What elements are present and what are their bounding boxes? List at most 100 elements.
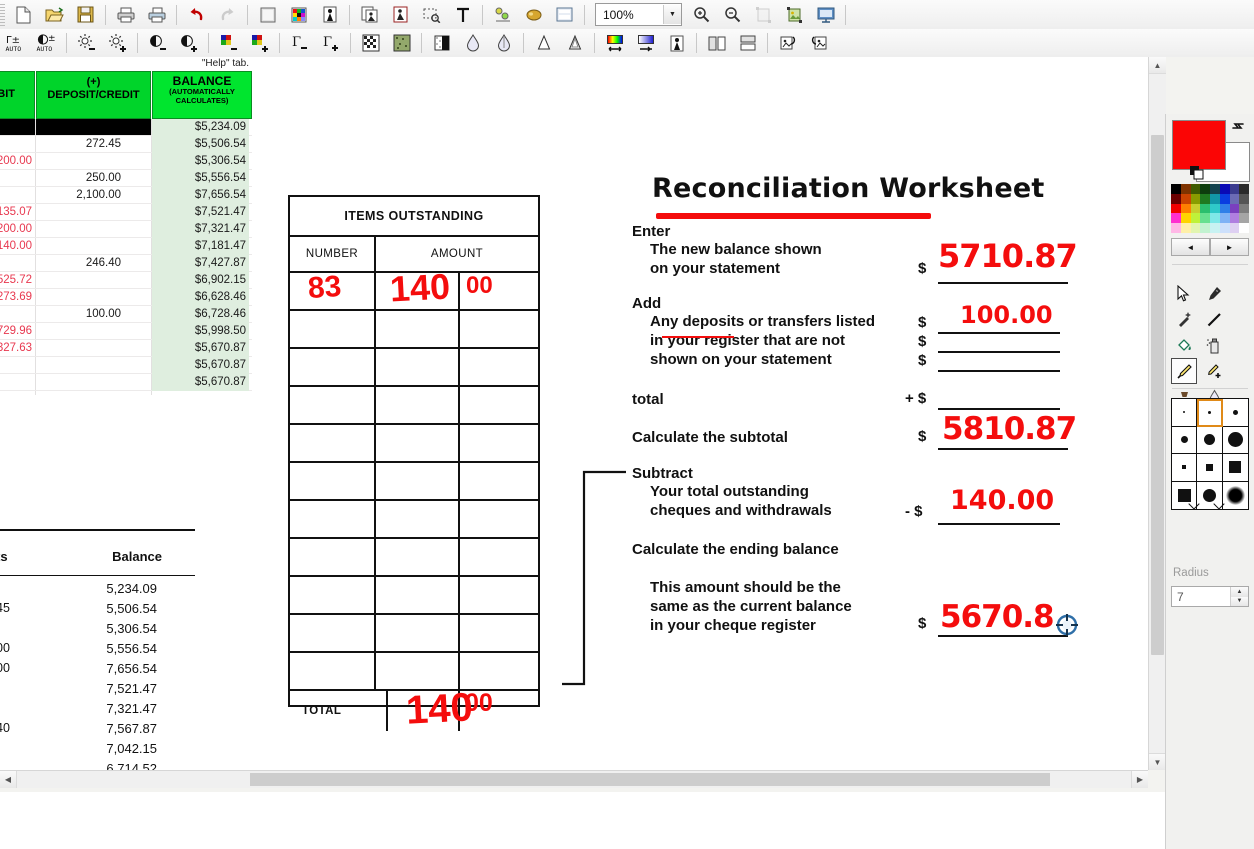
- brush-option-6[interactable]: [1222, 427, 1248, 454]
- new-file-icon[interactable]: [9, 1, 38, 28]
- saturation-up-icon[interactable]: [245, 30, 274, 57]
- palette-swatch[interactable]: [1190, 184, 1201, 194]
- clone-brush-icon[interactable]: [1201, 358, 1227, 384]
- paste-image-icon[interactable]: [386, 1, 415, 28]
- toolbar-grip[interactable]: [0, 3, 5, 26]
- foreground-color-swatch[interactable]: [1172, 120, 1226, 170]
- paint-bucket-icon[interactable]: [1171, 332, 1197, 358]
- sharpen-icon[interactable]: [489, 30, 518, 57]
- palette-swatch[interactable]: [1219, 203, 1230, 214]
- canvas-vertical-scrollbar[interactable]: ▲ ▼: [1148, 57, 1166, 770]
- rotate-right-icon[interactable]: [804, 30, 833, 57]
- palette-swatch[interactable]: [1180, 223, 1191, 233]
- brush-option-1[interactable]: [1172, 399, 1198, 427]
- items-cell-number[interactable]: [290, 463, 376, 499]
- palette-swatch[interactable]: [1210, 223, 1220, 233]
- chevron-down-icon[interactable]: ▼: [663, 5, 681, 24]
- items-table-row[interactable]: [290, 463, 538, 501]
- palette-swatch[interactable]: [1171, 193, 1181, 204]
- rotate-left-icon[interactable]: [773, 30, 802, 57]
- horizontal-scroll-thumb[interactable]: [250, 773, 1050, 786]
- radius-input[interactable]: 7 ▲ ▼: [1171, 586, 1249, 607]
- items-cell-cents[interactable]: [460, 425, 538, 461]
- batch-icon[interactable]: [550, 1, 579, 28]
- palette-swatch[interactable]: [1200, 193, 1210, 204]
- items-cell-dollars[interactable]: [376, 501, 460, 537]
- brush-option-5[interactable]: [1197, 426, 1223, 454]
- zoom-in-icon[interactable]: [687, 1, 716, 28]
- brush-option-8[interactable]: [1197, 454, 1223, 482]
- default-colors-icon[interactable]: [1190, 166, 1204, 180]
- hue-shift-icon[interactable]: [600, 30, 629, 57]
- contrast-up-icon[interactable]: [174, 30, 203, 57]
- items-cell-number[interactable]: [290, 577, 376, 613]
- brightness-up-icon[interactable]: [103, 30, 132, 57]
- palette-swatch[interactable]: [1180, 193, 1191, 204]
- items-table-row[interactable]: [290, 615, 538, 653]
- items-table-row[interactable]: 83 140 00: [290, 265, 538, 311]
- radius-spinner[interactable]: ▲ ▼: [1230, 587, 1248, 606]
- vertical-scroll-thumb[interactable]: [1151, 135, 1164, 655]
- brush-option-4[interactable]: [1172, 426, 1198, 454]
- palette-swatch[interactable]: [1219, 193, 1230, 204]
- contrast-down-icon[interactable]: [143, 30, 172, 57]
- gamma-up-icon[interactable]: Γ: [316, 30, 345, 57]
- flip-horizontal-icon[interactable]: [702, 30, 731, 57]
- items-cell-number[interactable]: 83: [290, 270, 376, 309]
- brightness-down-icon[interactable]: [72, 30, 101, 57]
- palette-swatch[interactable]: [1200, 213, 1210, 224]
- paintbrush-icon[interactable]: [1171, 358, 1197, 384]
- open-file-icon[interactable]: [40, 1, 69, 28]
- image-canvas[interactable]: "Help" tab. EBIT (+) DEPOSIT/CREDIT BALA…: [0, 57, 1148, 770]
- auto-levels-icon[interactable]: ± AUTO: [32, 30, 61, 57]
- radius-increment-icon[interactable]: ▲: [1231, 587, 1248, 597]
- grayscale-icon[interactable]: [427, 30, 456, 57]
- palette-swatch[interactable]: [1210, 213, 1220, 224]
- palette-swatch[interactable]: [1210, 184, 1220, 194]
- palette-swatch[interactable]: [1190, 203, 1201, 214]
- items-table-row[interactable]: [290, 577, 538, 615]
- palette-swatch[interactable]: [1171, 213, 1181, 224]
- items-cell-number[interactable]: [290, 311, 376, 347]
- negative-icon[interactable]: [315, 1, 344, 28]
- solarize-icon[interactable]: [662, 30, 691, 57]
- magic-wand-icon[interactable]: [1171, 306, 1197, 332]
- dither-icon[interactable]: [356, 30, 385, 57]
- gradient-icon[interactable]: [631, 30, 660, 57]
- palette-swatch[interactable]: [1180, 203, 1191, 214]
- palette-swatch[interactable]: [1229, 193, 1240, 204]
- print-preview-icon[interactable]: [142, 1, 171, 28]
- palette-swatch[interactable]: [1219, 213, 1230, 224]
- palette-prev-button[interactable]: ◄: [1171, 238, 1210, 256]
- saturation-down-icon[interactable]: [214, 30, 243, 57]
- items-cell-dollars[interactable]: [376, 425, 460, 461]
- items-cell-dollars[interactable]: [376, 653, 460, 689]
- items-cell-dollars[interactable]: [376, 615, 460, 651]
- palette-swatch[interactable]: [1229, 213, 1240, 224]
- palette-swatch[interactable]: [1171, 223, 1181, 233]
- palette-swatch[interactable]: [1200, 223, 1210, 233]
- color-palette-grid[interactable]: [1171, 184, 1249, 233]
- palette-swatch[interactable]: [1210, 193, 1220, 204]
- palette-swatch[interactable]: [1200, 184, 1210, 194]
- brush-option-9[interactable]: [1222, 454, 1248, 482]
- items-cell-dollars[interactable]: [376, 539, 460, 575]
- items-table-row[interactable]: [290, 539, 538, 577]
- crop-selection-icon[interactable]: [417, 1, 446, 28]
- items-cell-dollars[interactable]: [376, 311, 460, 347]
- palette-swatch[interactable]: [1239, 184, 1249, 194]
- items-cell-number[interactable]: [290, 653, 376, 689]
- items-cell-cents[interactable]: 00: [460, 272, 538, 309]
- actual-size-icon[interactable]: [780, 1, 809, 28]
- text-tool-icon[interactable]: [448, 1, 477, 28]
- image-info-icon[interactable]: [253, 1, 282, 28]
- palette-swatch[interactable]: [1239, 203, 1249, 214]
- items-table-row[interactable]: [290, 653, 538, 691]
- items-cell-cents[interactable]: [460, 349, 538, 385]
- palette-swatch[interactable]: [1229, 203, 1240, 214]
- palette-next-button[interactable]: ►: [1210, 238, 1249, 256]
- filters-icon[interactable]: [519, 1, 548, 28]
- scroll-left-icon[interactable]: ◀: [0, 771, 17, 788]
- scroll-right-icon[interactable]: ▶: [1131, 771, 1148, 788]
- palette-swatch[interactable]: [1180, 213, 1191, 224]
